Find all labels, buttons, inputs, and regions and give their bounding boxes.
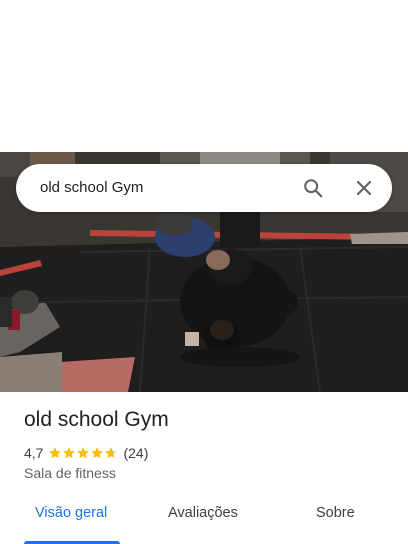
rating-row[interactable]: 4,7 (24) — [24, 444, 148, 462]
star-icon — [63, 447, 76, 459]
tab-bar: Visão geral Avaliações Sobre — [0, 492, 408, 544]
tab-reviews[interactable]: Avaliações — [168, 505, 238, 521]
tab-overview[interactable]: Visão geral — [35, 505, 107, 521]
blank-area — [0, 0, 408, 152]
star-icon — [77, 447, 90, 459]
review-count[interactable]: (24) — [123, 445, 148, 461]
star-icon — [91, 447, 104, 459]
rating-value: 4,7 — [24, 445, 44, 461]
star-half-icon — [105, 447, 118, 459]
close-icon[interactable] — [354, 178, 374, 198]
star-rating — [48, 446, 118, 460]
place-title: old school Gym — [24, 408, 169, 431]
star-icon — [49, 447, 62, 459]
tab-about[interactable]: Sobre — [316, 505, 355, 521]
search-bar[interactable]: old school Gym — [16, 164, 392, 212]
search-input[interactable]: old school Gym — [40, 179, 143, 196]
search-icon[interactable] — [302, 177, 324, 199]
place-category: Sala de fitness — [24, 465, 116, 481]
